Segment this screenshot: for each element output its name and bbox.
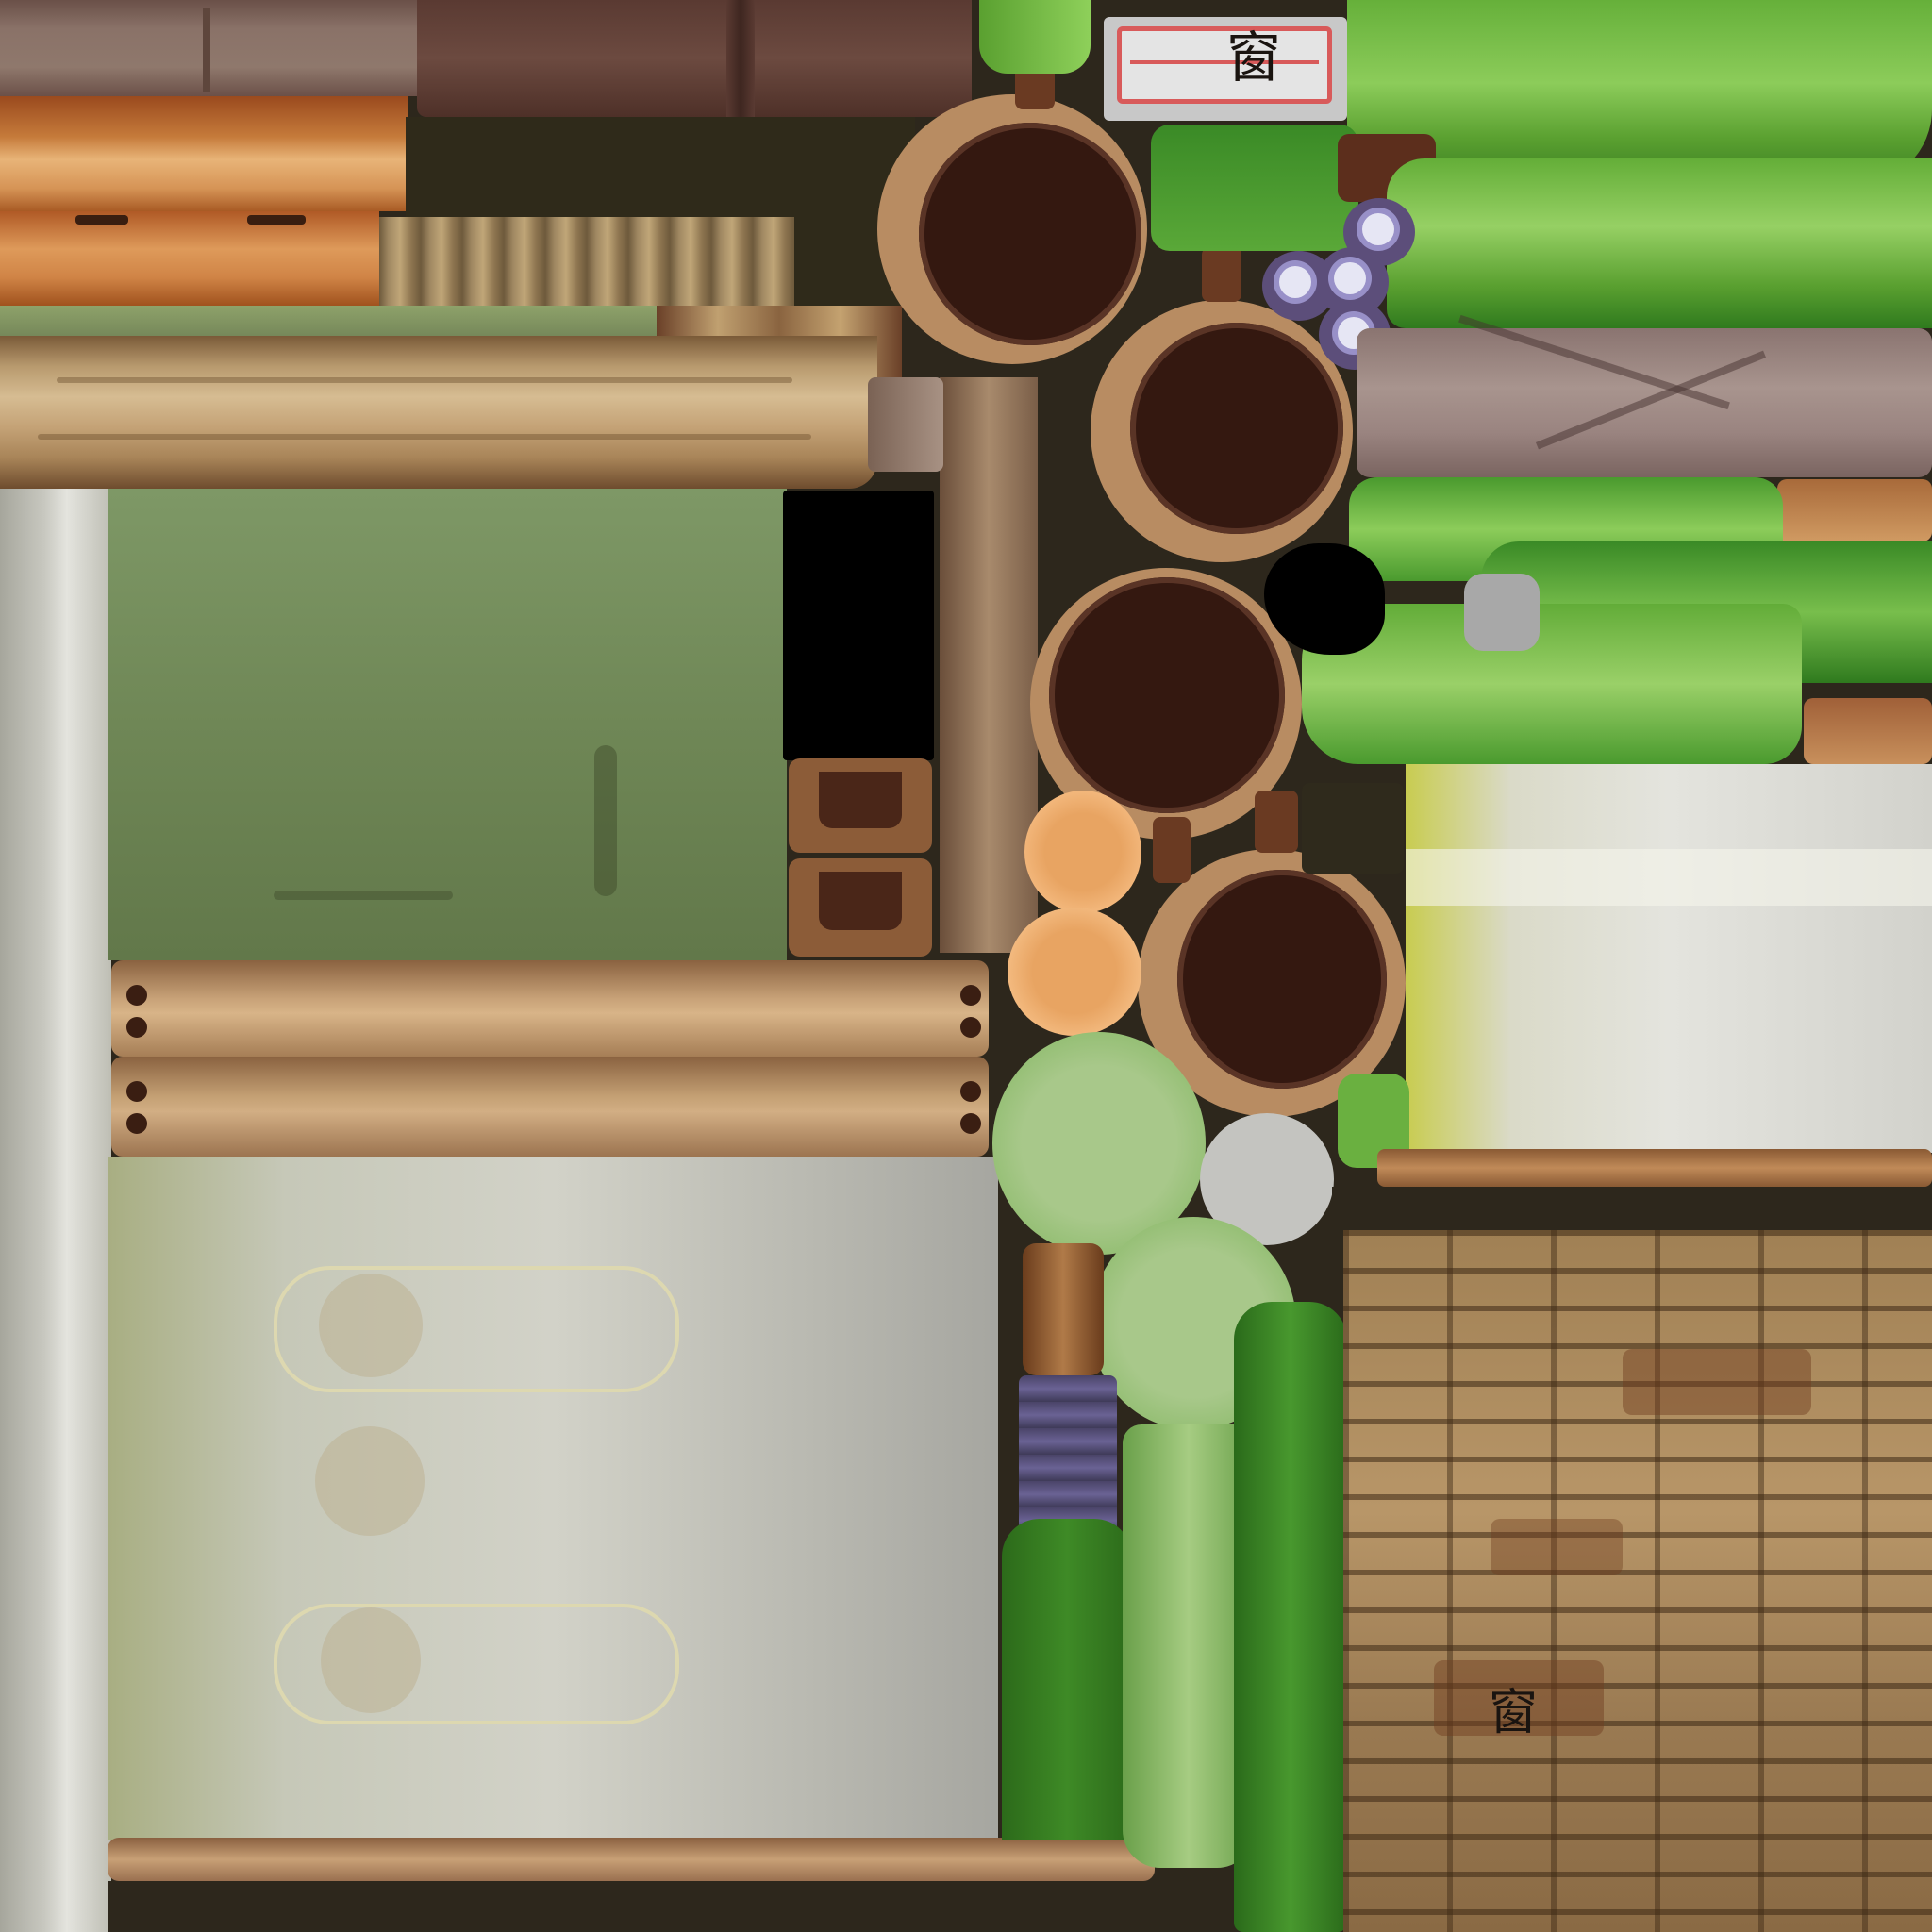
plank-top-brown-knot	[726, 0, 755, 117]
texture-atlas: 窗 窗	[0, 0, 1932, 1932]
bottom-dark-band	[108, 1881, 1272, 1932]
leaf-strip-edge	[979, 0, 1091, 74]
leaf-panel	[1387, 158, 1932, 328]
wood-stub	[1804, 698, 1932, 764]
orange-plank-upper	[0, 96, 408, 211]
pot-interior	[919, 123, 1141, 345]
moss-stain	[274, 891, 453, 900]
dark-olive-band	[406, 117, 915, 217]
wood-post-vertical	[940, 377, 1038, 953]
bolt-hole	[126, 1113, 147, 1134]
plank-slot	[247, 215, 306, 225]
flower-center	[1279, 266, 1311, 298]
brick-stain	[1491, 1519, 1623, 1575]
moss-stain	[594, 745, 617, 896]
peach-blob	[1008, 908, 1141, 1036]
black-slot	[783, 491, 934, 760]
bolt-hole	[126, 1081, 147, 1102]
wood-block	[868, 377, 943, 472]
pot-handle	[1202, 247, 1241, 302]
brick-glyph: 窗	[1489, 1685, 1539, 1741]
wood-bracket-hole	[819, 772, 902, 828]
lattice-circle	[321, 1607, 421, 1713]
pale-window-panel	[1406, 764, 1932, 1153]
bolt-hole	[126, 985, 147, 1006]
pot-handle	[1255, 791, 1298, 853]
paper-label-line	[1130, 60, 1319, 64]
peach-blob	[1024, 791, 1141, 913]
lattice-circle	[315, 1426, 425, 1536]
wood-sill	[1377, 1149, 1932, 1187]
wood-block	[1023, 1243, 1104, 1375]
leaf-panel	[1151, 125, 1358, 251]
wood-stub	[1777, 479, 1932, 541]
plank-slot	[75, 215, 128, 225]
pot-interior	[1130, 323, 1343, 534]
dark-band-right	[1332, 1187, 1932, 1230]
leaf-strip	[1234, 1302, 1347, 1932]
dark-gap	[1302, 783, 1404, 874]
brick-wall	[1343, 1230, 1932, 1932]
brick-stain	[1623, 1349, 1811, 1415]
lilac-stripes	[1019, 1375, 1117, 1541]
pale-panel-large	[108, 1157, 998, 1840]
bolt-hole	[126, 1017, 147, 1038]
orange-plank-lower	[0, 211, 379, 306]
wood-beam	[111, 960, 989, 1057]
plank-top-grey-divider	[203, 8, 210, 92]
bottom-wood-plank	[108, 1838, 1155, 1881]
bolt-hole	[960, 1081, 981, 1102]
pot-handle	[1153, 817, 1191, 883]
pot-interior	[1049, 577, 1285, 813]
grey-stone-chip	[1464, 574, 1540, 651]
plank-grain	[57, 377, 792, 383]
left-pale-edge	[0, 489, 111, 1932]
bamboo-slats	[379, 217, 794, 306]
moss-panel	[108, 489, 787, 960]
paper-label-border	[1117, 26, 1332, 104]
bolt-hole	[960, 1113, 981, 1134]
long-wood-plank	[0, 336, 877, 489]
wood-beam	[111, 1057, 989, 1157]
pot-interior	[1177, 870, 1387, 1089]
wood-bracket-hole	[819, 872, 902, 930]
plank-top-brown	[417, 0, 972, 117]
bolt-hole	[960, 1017, 981, 1038]
plank-grain	[38, 434, 811, 440]
green-strip	[0, 306, 660, 336]
flower-center	[1334, 262, 1366, 294]
label-glyph: 窗	[1226, 25, 1282, 90]
bolt-hole	[960, 985, 981, 1006]
window-highlight	[1406, 849, 1932, 906]
leaf-strip	[1002, 1519, 1132, 1840]
lattice-circle	[319, 1274, 423, 1377]
flower-center	[1362, 213, 1394, 245]
